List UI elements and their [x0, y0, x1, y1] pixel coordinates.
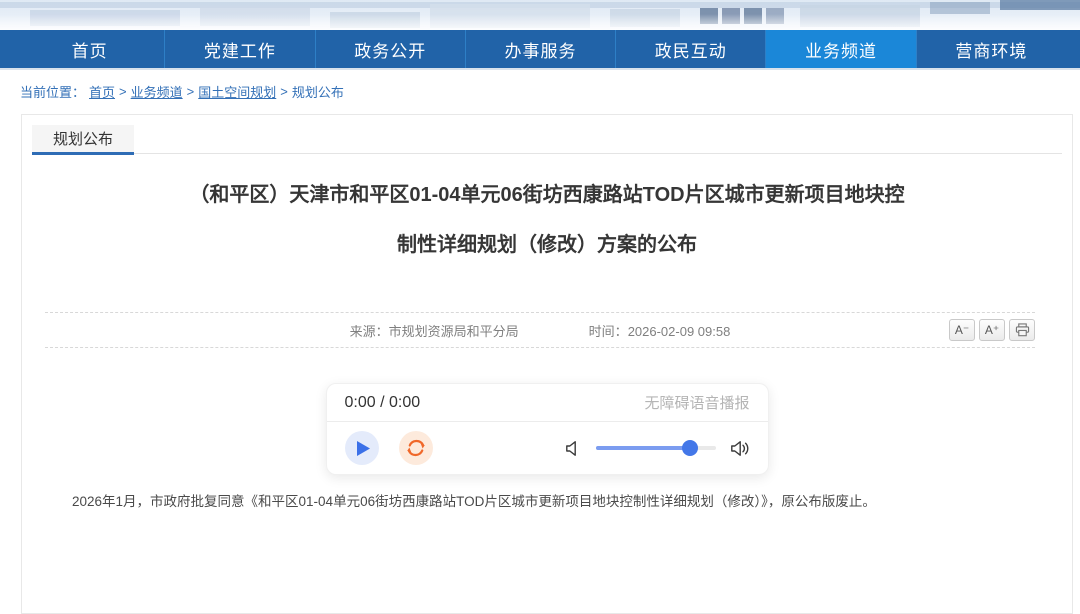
- nav-item-party-building[interactable]: 党建工作: [164, 30, 314, 68]
- source-label: 来源：: [350, 324, 389, 339]
- volume-slider-fill: [596, 446, 691, 450]
- time-value: 2026-02-09 09:58: [628, 324, 731, 339]
- main-nav: 首页 党建工作 政务公开 办事服务 政民互动 业务频道 营商环境: [0, 30, 1080, 68]
- volume-loud-icon[interactable]: [730, 440, 750, 457]
- volume-slider-thumb[interactable]: [682, 440, 698, 456]
- nav-item-services[interactable]: 办事服务: [465, 30, 615, 68]
- nav-item-business-environment[interactable]: 营商环境: [916, 30, 1066, 68]
- nav-item-gov-affairs[interactable]: 政务公开: [315, 30, 465, 68]
- article-body-paragraph: 2026年1月，市政府批复同意《和平区01-04单元06街坊西康路站TOD片区城…: [45, 491, 1048, 513]
- audio-player-header: 0:00 / 0:00 无障碍语音播报: [327, 384, 768, 422]
- volume-controls: [565, 440, 750, 457]
- replay-icon: [405, 437, 427, 459]
- time-label: 时间：: [589, 324, 628, 339]
- breadcrumb-link-home[interactable]: 首页: [89, 82, 115, 101]
- breadcrumb-link-land-spatial-planning[interactable]: 国土空间规划: [198, 82, 276, 101]
- breadcrumb: 当前位置： 首页 > 业务频道 > 国土空间规划 > 规划公布: [20, 82, 1080, 101]
- article-time: 时间：2026-02-09 09:58: [589, 321, 731, 340]
- breadcrumb-separator: >: [119, 84, 127, 99]
- play-icon: [353, 440, 371, 457]
- play-button[interactable]: [345, 431, 379, 465]
- nav-item-business-channel[interactable]: 业务频道: [765, 30, 915, 68]
- volume-slider[interactable]: [596, 446, 716, 450]
- audio-player-controls: [327, 422, 768, 474]
- nav-item-interaction[interactable]: 政民互动: [615, 30, 765, 68]
- volume-mute-icon[interactable]: [565, 440, 582, 457]
- printer-icon: [1015, 323, 1030, 337]
- breadcrumb-link-business-channel[interactable]: 业务频道: [131, 82, 183, 101]
- audio-player: 0:00 / 0:00 无障碍语音播报: [326, 383, 769, 475]
- article-title-line-2: 制性详细规划（修改）方案的公布: [22, 220, 1072, 270]
- tab-bar: 规划公布: [32, 125, 1062, 154]
- nav-item-home[interactable]: 首页: [15, 30, 164, 68]
- source-value: 市规划资源局和平分局: [389, 324, 519, 339]
- article-meta-bar: 来源：市规划资源局和平分局 时间：2026-02-09 09:58 A⁻ A⁺: [45, 312, 1035, 348]
- font-increase-button[interactable]: A⁺: [979, 319, 1005, 341]
- header-banner-image: [0, 0, 1080, 30]
- replay-button[interactable]: [399, 431, 433, 465]
- print-button[interactable]: [1009, 319, 1035, 341]
- article-title: （和平区）天津市和平区01-04单元06街坊西康路站TOD片区城市更新项目地块控…: [22, 170, 1072, 270]
- breadcrumb-label: 当前位置：: [20, 82, 85, 101]
- audio-player-caption: 无障碍语音播报: [644, 392, 749, 413]
- breadcrumb-current-page: 规划公布: [292, 82, 344, 101]
- audio-time-display: 0:00 / 0:00: [345, 394, 421, 412]
- content-panel: 规划公布 （和平区）天津市和平区01-04单元06街坊西康路站TOD片区城市更新…: [21, 114, 1073, 614]
- breadcrumb-separator: >: [280, 84, 288, 99]
- article-title-line-1: （和平区）天津市和平区01-04单元06街坊西康路站TOD片区城市更新项目地块控: [22, 170, 1072, 220]
- article-toolbar: A⁻ A⁺: [949, 319, 1035, 341]
- cityscape-banner-graphic: [0, 0, 1080, 30]
- breadcrumb-separator: >: [187, 84, 195, 99]
- font-decrease-button[interactable]: A⁻: [949, 319, 975, 341]
- nav-bottom-edge: [0, 68, 1080, 70]
- article-source: 来源：市规划资源局和平分局: [350, 321, 519, 340]
- tab-planning-announcement[interactable]: 规划公布: [32, 125, 134, 155]
